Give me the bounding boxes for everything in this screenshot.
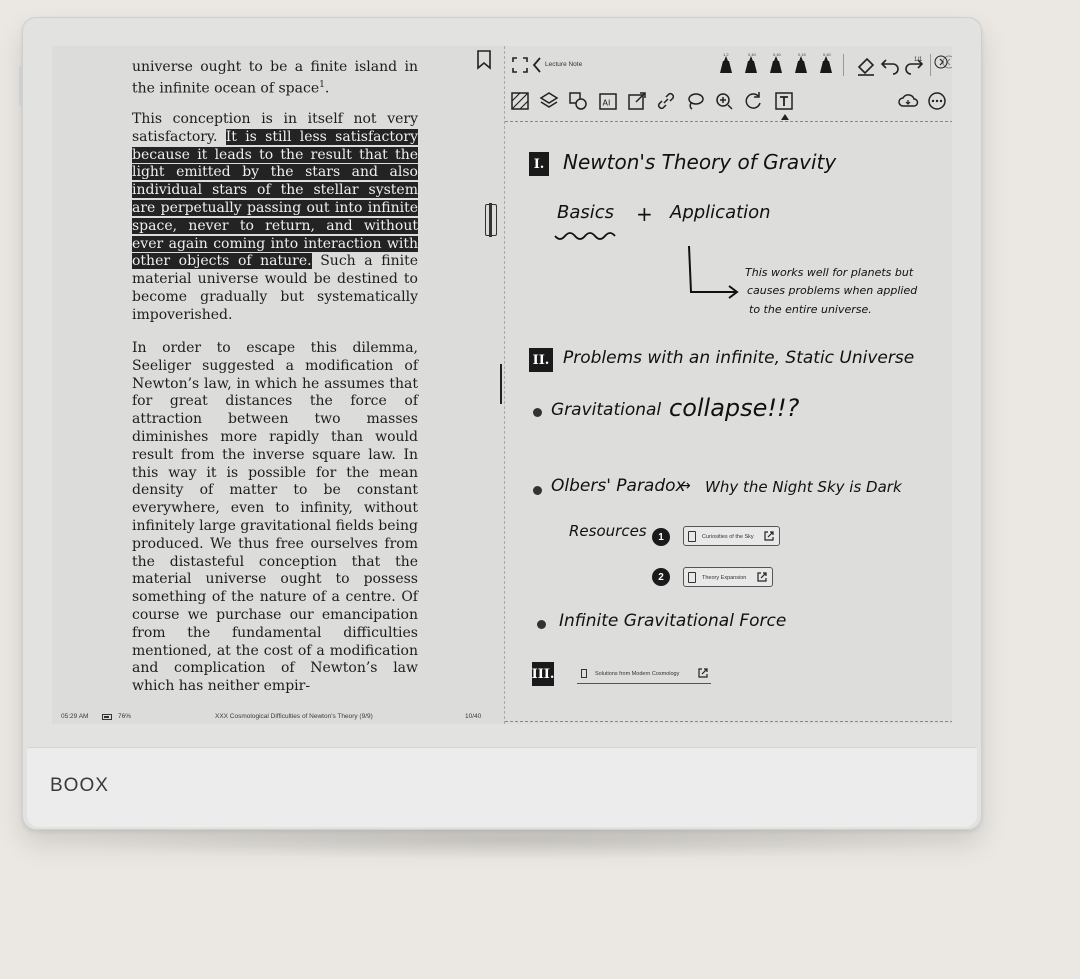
document-icon (688, 531, 696, 542)
hatch-pattern-icon[interactable] (509, 90, 531, 112)
device-chin (27, 747, 977, 827)
battery-icon (102, 714, 112, 720)
next-page-icon[interactable] (934, 55, 948, 69)
undo-icon[interactable] (879, 54, 901, 76)
resource-title-3: Solutions from Modern Cosmology (595, 671, 680, 677)
link-icon[interactable] (655, 90, 677, 112)
pen-preset-1[interactable]: 1.2 (720, 52, 732, 73)
pen-preset-5[interactable]: 0.40 (820, 52, 832, 73)
text-tool-icon[interactable] (773, 90, 795, 112)
bullet-2-part-b: Why the Night Sky is Dark (705, 478, 902, 496)
reader-pane[interactable]: universe ought to be a finite island in … (52, 46, 502, 724)
toolbar-separator (505, 121, 952, 122)
resource-number-1: 1 (652, 528, 670, 546)
resource-link-2[interactable]: Theory Expansion (683, 567, 773, 587)
section-number-3: III. (532, 662, 554, 686)
bullet-point (537, 620, 546, 629)
section-number-1: I. (529, 152, 549, 176)
fullscreen-icon[interactable] (509, 54, 531, 76)
status-time: 05:29 AM (61, 713, 89, 720)
text-segment: In order to escape this dilemma, Seelige… (132, 340, 418, 695)
plus-sign: + (636, 202, 653, 226)
status-battery: 76% (118, 713, 132, 720)
bullet-1-part-b: collapse!!? (669, 394, 800, 422)
squiggle-underline (554, 232, 616, 240)
pen-presets: 1.2 0.40 0.40 0.15 0.40 (720, 52, 832, 73)
note-title[interactable]: Lecture Note (545, 61, 582, 68)
resource-title-1: Curiosities of the Sky (702, 534, 754, 540)
resource-link-1[interactable]: Curiosities of the Sky (683, 526, 780, 546)
paragraph: This conception is in itself not very sa… (132, 111, 419, 325)
pane-divider[interactable] (500, 364, 502, 404)
section-number-2: II. (529, 348, 553, 372)
annotation-line-2: causes problems when applied (747, 284, 918, 297)
text-segment: universe ought to be a finite island in … (132, 59, 418, 97)
split-drag-handle[interactable] (485, 203, 497, 237)
page-number: 10/40 (465, 713, 482, 720)
heading-application: Application (670, 202, 771, 223)
section-title-2: Problems with an infinite, Static Univer… (563, 348, 915, 368)
resource-title-2: Theory Expansion (702, 575, 747, 581)
paragraph: universe ought to be a finite island in … (132, 59, 418, 98)
svg-text:AI: AI (603, 99, 611, 108)
highlighted-text[interactable]: It is still less satisfactory because it… (132, 128, 419, 270)
bullet-point (533, 486, 542, 495)
section-title-1: Newton's Theory of Gravity (563, 150, 837, 174)
bullet-point (533, 408, 542, 417)
pen-size-1: 1.2 (723, 52, 729, 57)
pen-preset-2[interactable]: 0.40 (745, 52, 757, 73)
notes-pane[interactable]: Lecture Note 1.2 0.40 0.40 0.15 0.40 AI … (504, 46, 952, 724)
notes-toolbar-top: Lecture Note 1.2 0.40 0.40 0.15 0.40 (505, 48, 952, 84)
arrow-sketch (688, 245, 739, 299)
chapter-title: XXX Cosmological Difficulties of Newton'… (215, 713, 373, 720)
pen-size-5: 0.40 (823, 52, 832, 57)
toolbar-divider (843, 54, 844, 76)
bullet-1-part-a: Gravitational (551, 400, 662, 420)
page-indicator: 1/1 (914, 57, 923, 63)
cloud-sync-icon[interactable] (897, 90, 919, 112)
open-external-icon[interactable] (756, 571, 768, 583)
heading-basics: Basics (557, 202, 615, 223)
bullet-2-arrow: → (679, 478, 691, 494)
pen-preset-3[interactable]: 0.40 (770, 52, 782, 73)
layers-icon[interactable] (538, 90, 560, 112)
bullet-3: Infinite Gravitational Force (559, 611, 787, 631)
reader-status-bar: 05:29 AM 76% XXX Cosmological Difficulti… (52, 710, 502, 724)
eraser-icon[interactable] (855, 54, 877, 76)
power-button[interactable] (19, 66, 23, 106)
annotation-line-1: This works well for planets but (745, 266, 914, 279)
brand-logo: BOOX (50, 775, 109, 796)
selected-tool-indicator (781, 114, 789, 120)
lasso-icon[interactable] (684, 90, 706, 112)
notes-toolbar-tools: AI (505, 84, 952, 120)
document-icon (688, 572, 696, 583)
resource-link-3[interactable]: Solutions from Modern Cosmology (577, 664, 711, 684)
pen-size-4: 0.15 (798, 52, 807, 57)
resources-label: Resources (569, 522, 647, 540)
toolbar-divider (930, 54, 931, 76)
insert-image-icon[interactable] (626, 90, 648, 112)
refresh-icon[interactable] (742, 90, 764, 112)
paragraph: In order to escape this dilemma, Seelige… (132, 340, 418, 696)
pen-size-2: 0.40 (748, 52, 757, 57)
pen-preset-4[interactable]: 0.15 (795, 52, 807, 73)
back-chevron-icon[interactable] (531, 54, 543, 76)
open-external-icon[interactable] (763, 530, 775, 542)
resource-number-2: 2 (652, 568, 670, 586)
bookmark-icon[interactable] (476, 50, 492, 70)
bullet-2-part-a: Olbers' Paradox (551, 476, 686, 496)
shapes-icon[interactable] (567, 90, 589, 112)
open-external-icon[interactable] (697, 667, 709, 679)
more-options-icon[interactable] (926, 90, 948, 112)
annotation-line-3: to the entire universe. (749, 303, 872, 316)
book-icon (581, 669, 587, 678)
pen-size-3: 0.40 (773, 52, 782, 57)
text-segment: . (324, 80, 330, 97)
zoom-in-icon[interactable] (713, 90, 735, 112)
ai-icon[interactable]: AI (597, 90, 619, 112)
page-bottom-border (505, 721, 952, 722)
screen: universe ought to be a finite island in … (52, 46, 952, 724)
